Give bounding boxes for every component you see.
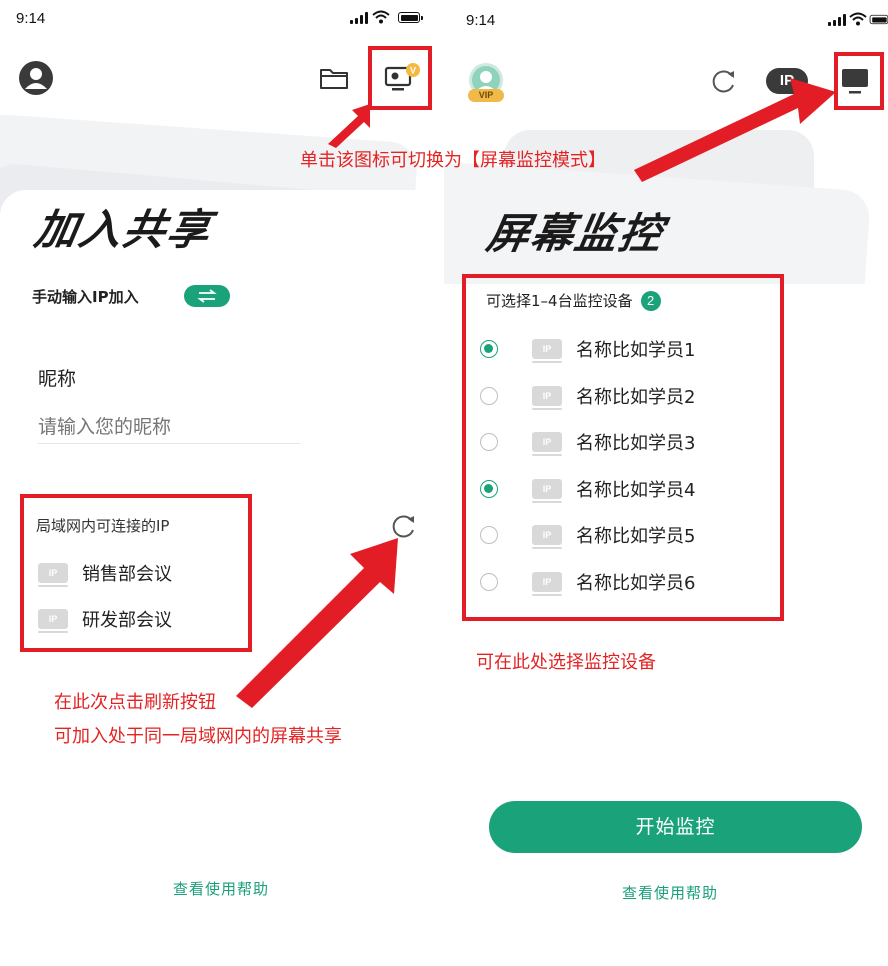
- device-radio[interactable]: [480, 479, 498, 498]
- wifi-icon: [372, 10, 390, 24]
- nickname-label: 昵称: [38, 368, 77, 390]
- status-time: 9:14: [16, 10, 46, 27]
- wifi-icon: [849, 12, 867, 26]
- device-radio[interactable]: [480, 572, 498, 591]
- signal-icon: [828, 14, 846, 26]
- help-link[interactable]: 查看使用帮助: [622, 882, 718, 903]
- battery-icon: [869, 14, 888, 25]
- refresh-tip-line-1: 在此次点击刷新按钮: [54, 692, 216, 713]
- device-name: 名称比如学员3: [576, 433, 696, 454]
- manual-ip-label: 手动输入IP加入: [32, 288, 139, 306]
- device-select-label: 可选择1–4台监控设备: [486, 292, 633, 310]
- ip-badge-icon: IP: [532, 339, 562, 363]
- device-item[interactable]: IP 名称比如学员1: [480, 336, 696, 363]
- folder-icon[interactable]: [319, 66, 349, 90]
- monitor-mode-highlight: [834, 52, 884, 110]
- annotation-arrow-up-icon: [328, 104, 370, 148]
- ip-badge-icon: IP: [38, 609, 68, 633]
- device-radio[interactable]: [480, 340, 498, 358]
- lan-item[interactable]: IP 研发部会议: [38, 606, 172, 633]
- device-item[interactable]: IP 名称比如学员3: [480, 429, 696, 456]
- device-select-label-row: 可选择1–4台监控设备 2: [486, 290, 661, 311]
- ip-badge-icon: IP: [532, 525, 562, 549]
- ip-badge-icon: IP: [532, 571, 562, 596]
- device-item[interactable]: IP 名称比如学员5: [480, 522, 696, 549]
- switch-mode-tip: 单击该图标可切换为【屏幕监控模式】: [300, 150, 606, 171]
- vip-avatar[interactable]: VIP: [466, 62, 506, 102]
- help-link[interactable]: 查看使用帮助: [173, 878, 269, 899]
- page-title: 屏幕监控: [483, 209, 668, 258]
- device-item[interactable]: IP 名称比如学员4: [480, 476, 696, 503]
- lan-item-label: 研发部会议: [82, 610, 172, 631]
- ip-badge-icon: IP: [532, 432, 562, 456]
- device-radio[interactable]: [480, 526, 498, 544]
- annotation-arrow-refresh-icon: [236, 538, 398, 708]
- device-name: 名称比如学员6: [576, 572, 696, 594]
- selected-count-badge: 2: [640, 290, 661, 311]
- manual-ip-toggle[interactable]: [184, 285, 230, 307]
- lan-title: 局域网内可连接的IP: [36, 517, 170, 535]
- annotation-arrow-monitor-icon: [634, 78, 836, 182]
- page-title: 加入共享: [31, 205, 216, 254]
- device-radio[interactable]: [480, 433, 498, 451]
- signal-icon: [350, 12, 368, 24]
- refresh-tip-line-2: 可加入处于同一局域网内的屏幕共享: [54, 726, 342, 747]
- device-name: 名称比如学员2: [576, 386, 696, 408]
- left-screen: 9:14 V 加入共享 手动输入IP加入 昵称 请输入您的昵称 局域网内可连接的…: [0, 0, 444, 966]
- swap-arrows-icon: [197, 289, 217, 303]
- vip-badge: VIP: [468, 89, 504, 102]
- ip-badge-icon: IP: [38, 563, 68, 587]
- user-avatar-icon[interactable]: [18, 60, 54, 96]
- device-name: 名称比如学员5: [576, 526, 696, 547]
- select-device-tip: 可在此处选择监控设备: [476, 652, 656, 673]
- lan-item-label: 销售部会议: [82, 564, 172, 585]
- device-item[interactable]: IP 名称比如学员2: [480, 383, 696, 410]
- ip-badge-icon: IP: [532, 385, 562, 410]
- device-radio[interactable]: [480, 386, 498, 405]
- battery-icon: [398, 12, 423, 23]
- start-monitor-button[interactable]: 开始监控: [489, 801, 862, 853]
- device-item[interactable]: IP 名称比如学员6: [480, 569, 696, 596]
- ip-badge-icon: IP: [532, 478, 562, 503]
- nickname-input[interactable]: [38, 410, 300, 444]
- device-name: 名称比如学员1: [576, 340, 696, 361]
- device-name: 名称比如学员4: [576, 479, 696, 501]
- lan-item[interactable]: IP 销售部会议: [38, 560, 172, 587]
- status-time: 9:14: [466, 12, 496, 29]
